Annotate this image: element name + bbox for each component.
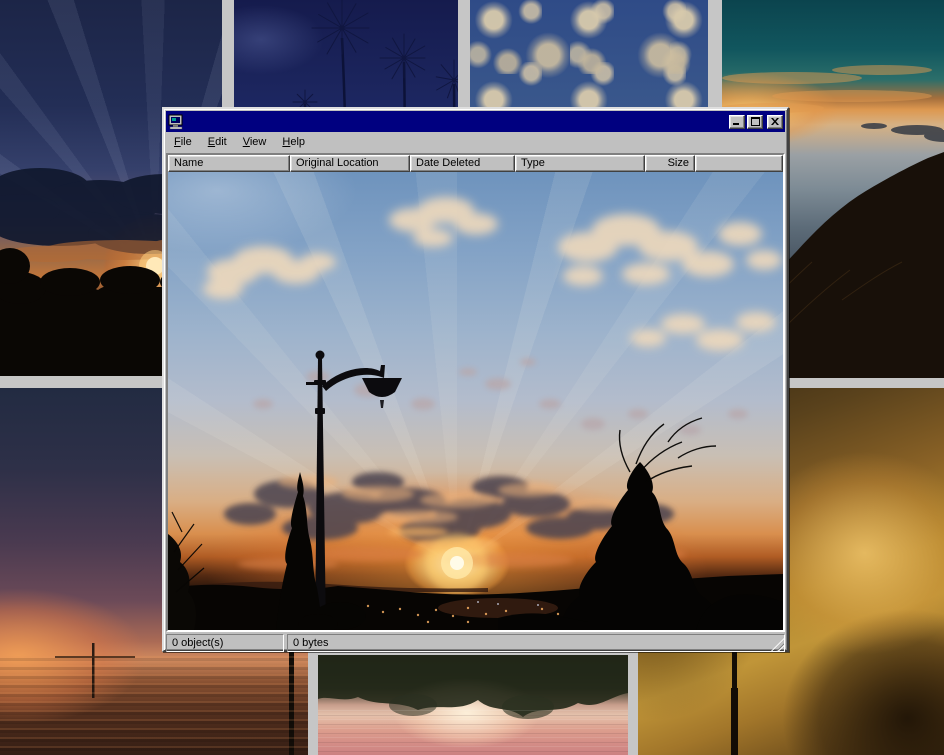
menu-bar: File Edit View Help — [166, 132, 785, 152]
window-controls — [729, 115, 783, 129]
menu-help[interactable]: Help — [274, 135, 313, 149]
wallpaper-sunset-lamppost — [168, 172, 783, 630]
maximize-button[interactable] — [747, 115, 763, 129]
column-header-name[interactable]: Name — [168, 155, 290, 172]
list-view: Name Original Location Date Deleted Type… — [166, 153, 785, 632]
minimize-icon — [733, 118, 741, 125]
column-header-size[interactable]: Size — [645, 155, 695, 172]
status-object-count: 0 object(s) — [166, 634, 284, 652]
menu-edit[interactable]: Edit — [200, 135, 235, 149]
column-header-date-deleted[interactable]: Date Deleted — [410, 155, 515, 172]
file-list-area[interactable] — [168, 172, 783, 630]
column-headers: Name Original Location Date Deleted Type… — [168, 155, 783, 172]
status-byte-count: 0 bytes — [287, 634, 785, 652]
maximize-icon — [751, 117, 760, 126]
column-header-type[interactable]: Type — [515, 155, 645, 172]
menu-view[interactable]: View — [235, 135, 275, 149]
computer-icon — [168, 114, 184, 130]
status-bar: 0 object(s) 0 bytes — [166, 634, 785, 652]
pink-reflection-art — [318, 655, 628, 755]
column-header-filler — [695, 155, 783, 172]
minimize-button[interactable] — [729, 115, 745, 129]
title-bar[interactable] — [166, 111, 785, 132]
recycle-bin-window: File Edit View Help Name Original Locati… — [162, 107, 789, 652]
column-header-original-location[interactable]: Original Location — [290, 155, 410, 172]
close-button[interactable] — [767, 115, 783, 129]
bg-photo-pink-reflection — [318, 655, 628, 755]
menu-file[interactable]: File — [166, 135, 200, 149]
close-icon — [771, 118, 779, 125]
